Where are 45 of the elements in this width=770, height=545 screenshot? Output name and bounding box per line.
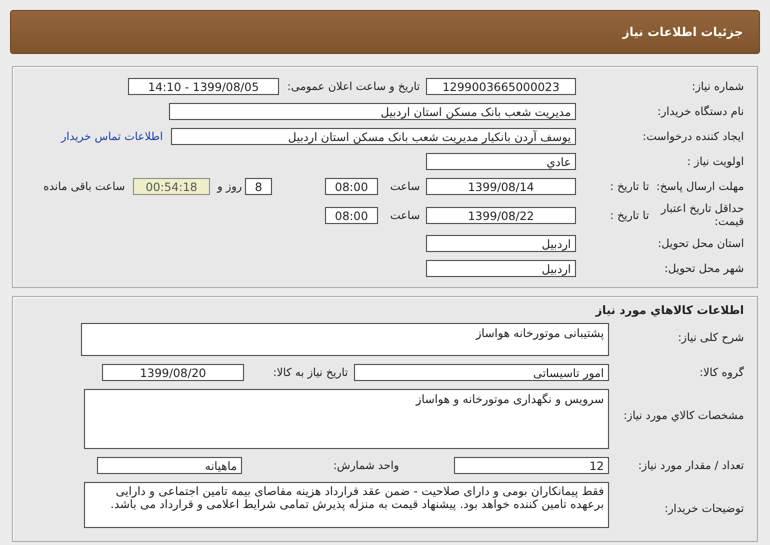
field-label: حداقل تاریخ اعتبار قیمت: <box>660 202 744 228</box>
field-label: اولویت نیاز : <box>686 155 744 168</box>
field-label: تا تاریخ : <box>609 180 649 193</box>
field-label: تاریخ نیاز به کالا: <box>272 366 349 379</box>
field-label: ساعت <box>389 180 421 193</box>
need-date-field: 1399/08/20 <box>102 364 244 381</box>
days-field: 8 <box>245 178 272 195</box>
description-field: پشتیبانی موتورخانه هواساز <box>81 323 609 356</box>
field-label: شماره نیاز: <box>690 80 744 93</box>
section-title: اطلاعات کالاهاي مورد نیاز <box>594 303 744 317</box>
field-label: توضیحات خریدار: <box>664 501 744 515</box>
field-label: گروه کالا: <box>698 366 744 379</box>
field-label: مشخصات کالاي مورد نیاز: <box>622 408 744 422</box>
province-field: اردبیل <box>426 235 576 252</box>
buyer-contact-link[interactable]: اطلاعات تماس خریدار <box>61 130 163 143</box>
field-label: شهر محل تحویل: <box>663 262 744 275</box>
unit-field: ماهیانه <box>97 457 242 474</box>
field-label: تاریخ و ساعت اعلان عمومی: <box>286 80 421 93</box>
deadline-time-field: 08:00 <box>325 178 378 195</box>
priority-field: عادي <box>426 153 576 170</box>
need-number-field: 1299003665000023 <box>426 78 576 95</box>
quantity-field: 12 <box>454 457 609 474</box>
field-label: تعداد / مقدار مورد نیاز: <box>637 459 744 472</box>
page-title: جزئیات اطلاعات نیاز <box>622 25 743 39</box>
deadline-date-field: 1399/08/14 <box>426 178 576 195</box>
validity-date-field: 1399/08/22 <box>426 206 576 224</box>
buyer-name-field: مدیریت شعب بانک مسکن استان اردبیل <box>169 103 576 120</box>
field-label: واحد شمارش: <box>332 459 400 472</box>
requester-field: یوسف آردن بانکیار مدیریت شعب بانک مسکن استان اردبیل <box>171 128 576 145</box>
field-label: ایجاد کننده درخواست: <box>642 130 744 143</box>
field-label: شرح کلی نیاز: <box>676 330 744 344</box>
field-label: ساعت باقی مانده <box>42 180 126 193</box>
field-label: تا تاریخ : <box>609 208 649 222</box>
countdown-field: 00:54:18 <box>133 178 210 195</box>
goods-group-field: امور تاسیساتی <box>354 364 609 381</box>
field-label: استان محل تحویل: <box>656 237 744 250</box>
announce-date-field: 1399/08/05 - 14:10 <box>128 78 279 95</box>
buyer-notes-field: فقط پیمانکاران بومی و دارای صلاحیت - ضمن عقد قرارداد هزینه مفاصای بیمه تامین اجتماعی و دارایی برعهده تامین کننده خواهد بود. پیشنهاد قیمت به منزله پذیرش تمامی شرایط اعلامی و قرارداد می باشد. <box>84 482 609 528</box>
field-label: مهلت ارسال پاسخ: <box>655 180 744 193</box>
specs-field: سرویس و نگهداری موتورخانه و هواساز <box>84 389 609 449</box>
city-field: اردبیل <box>426 260 576 277</box>
field-label: ساعت <box>389 208 421 222</box>
field-label: روز و <box>216 180 243 193</box>
validity-time-field: 08:00 <box>325 206 378 224</box>
field-label: نام دستگاه خریدار: <box>656 105 744 118</box>
